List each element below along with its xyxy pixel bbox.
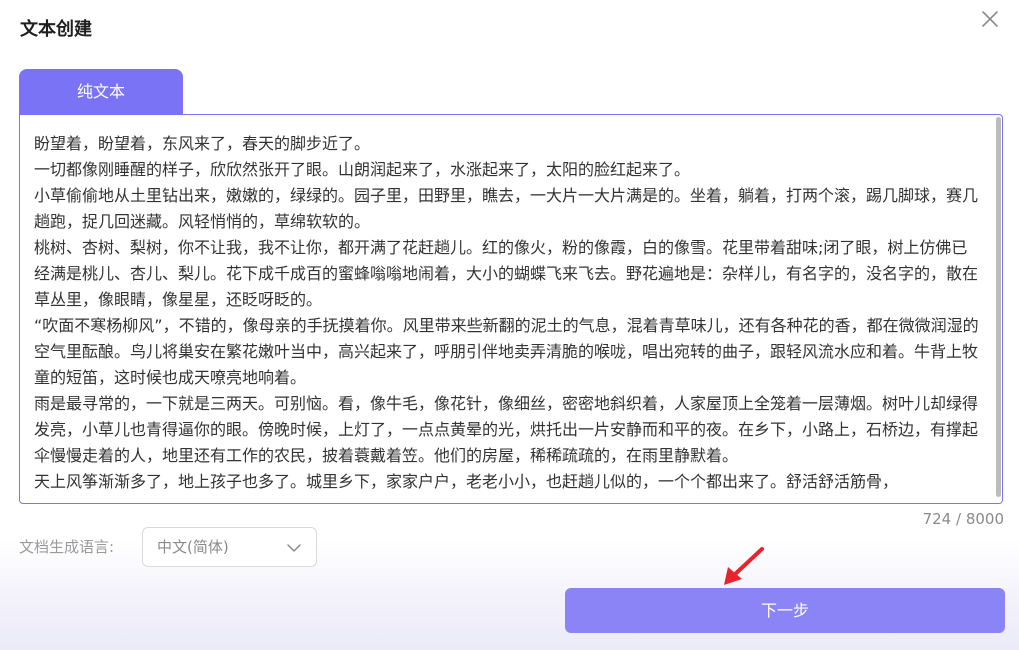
language-label: 文档生成语言: (19, 538, 115, 556)
tab-plain-text[interactable]: 纯文本 (19, 69, 183, 115)
dialog-title: 文本创建 (20, 19, 92, 40)
close-icon[interactable] (978, 7, 1002, 31)
editor-content[interactable]: 盼望着，盼望着，东风来了，春天的脚步近了。 一切都像刚睡醒的样子，欣欣然张开了眼… (34, 131, 982, 495)
character-counter: 724 / 8000 (922, 510, 1004, 528)
next-step-button[interactable]: 下一步 (565, 588, 1005, 633)
language-select-value: 中文(简体) (157, 538, 229, 556)
text-editor[interactable]: 盼望着，盼望着，东风来了，春天的脚步近了。 一切都像刚睡醒的样子，欣欣然张开了眼… (19, 114, 1003, 504)
editor-scrollbar[interactable] (996, 117, 1001, 497)
annotation-arrow-icon (724, 547, 764, 585)
chevron-down-icon (287, 544, 301, 552)
language-select[interactable]: 中文(简体) (142, 527, 317, 567)
